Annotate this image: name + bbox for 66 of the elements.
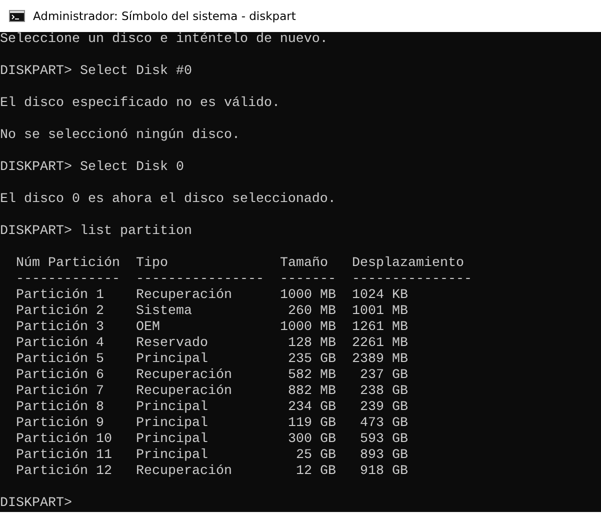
console-line: DISKPART> Select Disk 0	[0, 160, 184, 176]
table-cell-text: Partición 6	[16, 368, 105, 384]
header-underline: ----------------	[136, 272, 265, 288]
console-line: El disco especificado no es válido.	[0, 96, 280, 112]
column-header: Desplazamiento	[352, 256, 465, 272]
table-cell-text: Partición 12	[16, 464, 113, 480]
table-cell-text: 237 GB	[359, 368, 408, 384]
command-prompt: DISKPART>	[0, 496, 72, 512]
table-cell-text: 234 GB	[287, 400, 336, 416]
table-cell-text: Recuperación	[136, 288, 233, 304]
console-line: Seleccione un disco e inténtelo de nuevo.	[0, 32, 328, 48]
table-cell-text: 128 MB	[287, 336, 336, 352]
table-cell-text: Partición 8	[16, 400, 105, 416]
table-cell-text: Recuperación	[136, 384, 233, 400]
table-cell-text: Partición 1	[16, 288, 105, 304]
table-cell-text: 918 GB	[359, 464, 408, 480]
table-cell-text: 593 GB	[359, 432, 408, 448]
table-cell-text: 893 GB	[359, 448, 408, 464]
table-cell-text: 239 GB	[359, 400, 408, 416]
header-underline: ---------------	[352, 272, 472, 288]
table-cell-text: Principal	[136, 400, 209, 416]
table-cell-text: Principal	[136, 416, 209, 432]
column-header: Tipo	[136, 256, 169, 272]
table-cell-text: 238 GB	[359, 384, 408, 400]
header-underline: -------	[280, 272, 336, 288]
console-line: DISKPART> Select Disk #0	[0, 64, 192, 80]
table-cell-text: 260 MB	[287, 304, 336, 320]
table-cell-text: Principal	[136, 432, 209, 448]
table-cell-text: Partición 5	[16, 352, 105, 368]
table-cell: 2389 MB	[352, 352, 408, 368]
table-cell-text: Partición 4	[16, 336, 105, 352]
table-cell: 1001 MB	[352, 304, 408, 320]
table-cell: 1000 MB	[280, 320, 336, 336]
table-cell-text: 473 GB	[359, 416, 408, 432]
table-cell-text: Partición 3	[16, 320, 105, 336]
table-cell-text: Partición 7	[16, 384, 105, 400]
table-cell-text: 882 MB	[287, 384, 336, 400]
table-cell-text: Partición 2	[16, 304, 105, 320]
window-title: Administrador: Símbolo del sistema - diskpart	[33, 9, 296, 23]
table-cell-text: Partición 9	[16, 416, 105, 432]
table-cell-text: Partición 11	[16, 448, 113, 464]
table-cell-text: OEM	[136, 320, 161, 336]
column-header: Núm Partición	[16, 256, 121, 272]
table-cell: 2261 MB	[352, 336, 408, 352]
console-line: El disco 0 es ahora el disco seleccionado.	[0, 192, 336, 208]
terminal-icon	[9, 10, 25, 22]
table-cell-text: Recuperación	[136, 464, 233, 480]
table-cell: 1024 KB	[352, 288, 408, 304]
table-cell: 1000 MB	[280, 288, 336, 304]
table-cell-text: 25 GB	[295, 448, 336, 464]
table-cell-text: 582 MB	[287, 368, 336, 384]
table-cell-text: Partición 10	[16, 432, 113, 448]
table-cell-text: Sistema	[136, 304, 193, 320]
table-cell-text: 235 GB	[287, 352, 336, 368]
table-cell-text: Recuperación	[136, 368, 233, 384]
console-line: DISKPART> list partition	[0, 224, 192, 240]
table-cell-text: Principal	[136, 352, 209, 368]
column-header: Tamaño	[280, 256, 329, 272]
table-cell-text: 300 GB	[287, 432, 336, 448]
header-underline: -------------	[16, 272, 121, 288]
console-line: No se seleccionó ningún disco.	[0, 128, 240, 144]
table-cell-text: 12 GB	[295, 464, 336, 480]
table-cell-text: Principal	[136, 448, 209, 464]
table-cell: 1261 MB	[352, 320, 408, 336]
table-cell-text: 119 GB	[287, 416, 336, 432]
table-cell-text: Reservado	[136, 336, 209, 352]
